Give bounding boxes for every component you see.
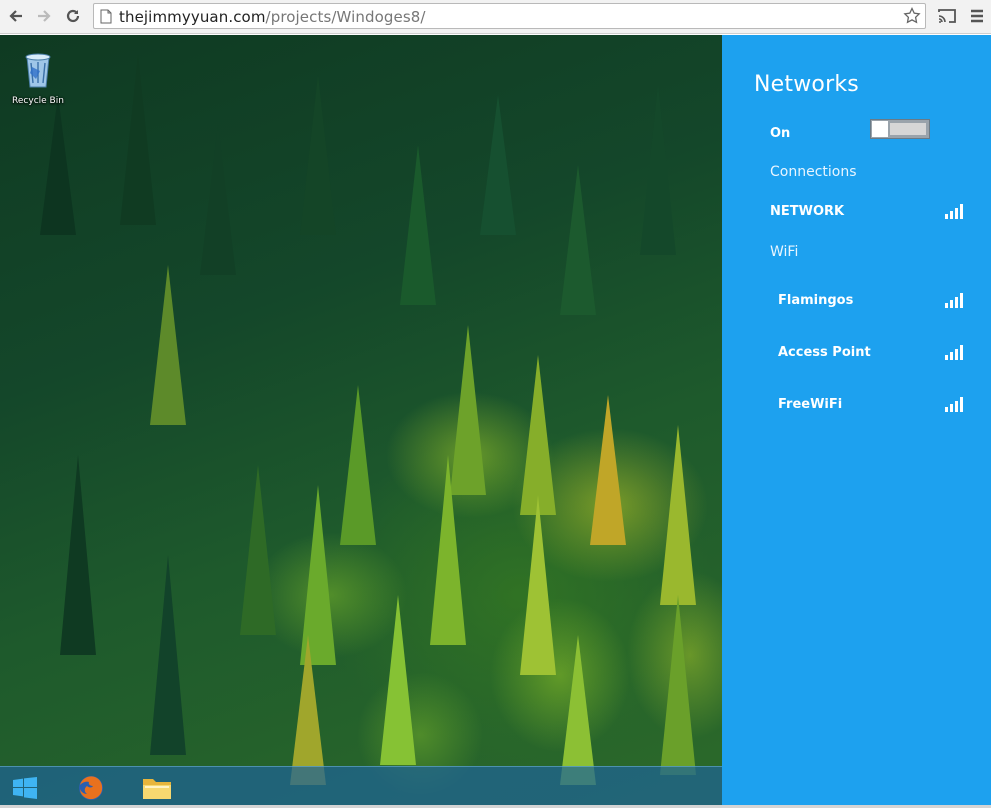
network-toggle[interactable] bbox=[870, 119, 930, 139]
address-bar[interactable]: thejimmyyuan.com/projects/Windoges8/ bbox=[93, 3, 926, 29]
page-icon bbox=[100, 9, 112, 29]
cast-icon[interactable] bbox=[935, 5, 959, 27]
wifi-network-item[interactable]: Access Point bbox=[778, 342, 963, 362]
signal-strength-icon bbox=[945, 203, 963, 219]
network-label: NETWORK bbox=[770, 203, 845, 219]
forward-arrow-icon[interactable] bbox=[32, 5, 56, 27]
browser-toolbar: thejimmyyuan.com/projects/Windoges8/ bbox=[0, 0, 991, 34]
menu-icon[interactable] bbox=[965, 5, 989, 27]
signal-strength-icon bbox=[945, 292, 963, 308]
wifi-heading: WiFi bbox=[770, 244, 799, 260]
pane-title: Networks bbox=[754, 72, 859, 97]
toggle-state-label: On bbox=[770, 125, 791, 141]
wifi-network-item[interactable]: Flamingos bbox=[778, 290, 963, 310]
signal-strength-icon bbox=[945, 344, 963, 360]
taskbar bbox=[0, 766, 722, 808]
signal-strength-icon bbox=[945, 396, 963, 412]
windows-start-icon[interactable] bbox=[8, 772, 42, 804]
connections-heading: Connections bbox=[770, 164, 857, 180]
networks-pane: Networks On Connections NETWORK WiFi Fla… bbox=[722, 35, 991, 808]
recycle-bin-shortcut[interactable]: Recycle Bin bbox=[10, 49, 66, 106]
back-arrow-icon[interactable] bbox=[4, 5, 28, 27]
desktop-wallpaper: Recycle Bin bbox=[0, 35, 722, 808]
reload-icon[interactable] bbox=[61, 5, 85, 27]
wifi-network-name: FreeWiFi bbox=[778, 396, 843, 412]
toggle-knob[interactable] bbox=[872, 121, 888, 137]
recycle-bin-icon bbox=[22, 53, 54, 93]
firefox-icon[interactable] bbox=[74, 772, 108, 804]
wifi-network-name: Flamingos bbox=[778, 292, 854, 308]
bookmark-star-icon[interactable] bbox=[903, 6, 921, 30]
airplane-mode-row: On bbox=[770, 123, 963, 143]
wifi-network-name: Access Point bbox=[778, 344, 871, 360]
url-text: thejimmyyuan.com/projects/Windoges8/ bbox=[119, 8, 426, 26]
wifi-network-item[interactable]: FreeWiFi bbox=[778, 394, 963, 414]
file-explorer-icon[interactable] bbox=[140, 772, 174, 804]
network-row[interactable]: NETWORK bbox=[770, 201, 963, 221]
